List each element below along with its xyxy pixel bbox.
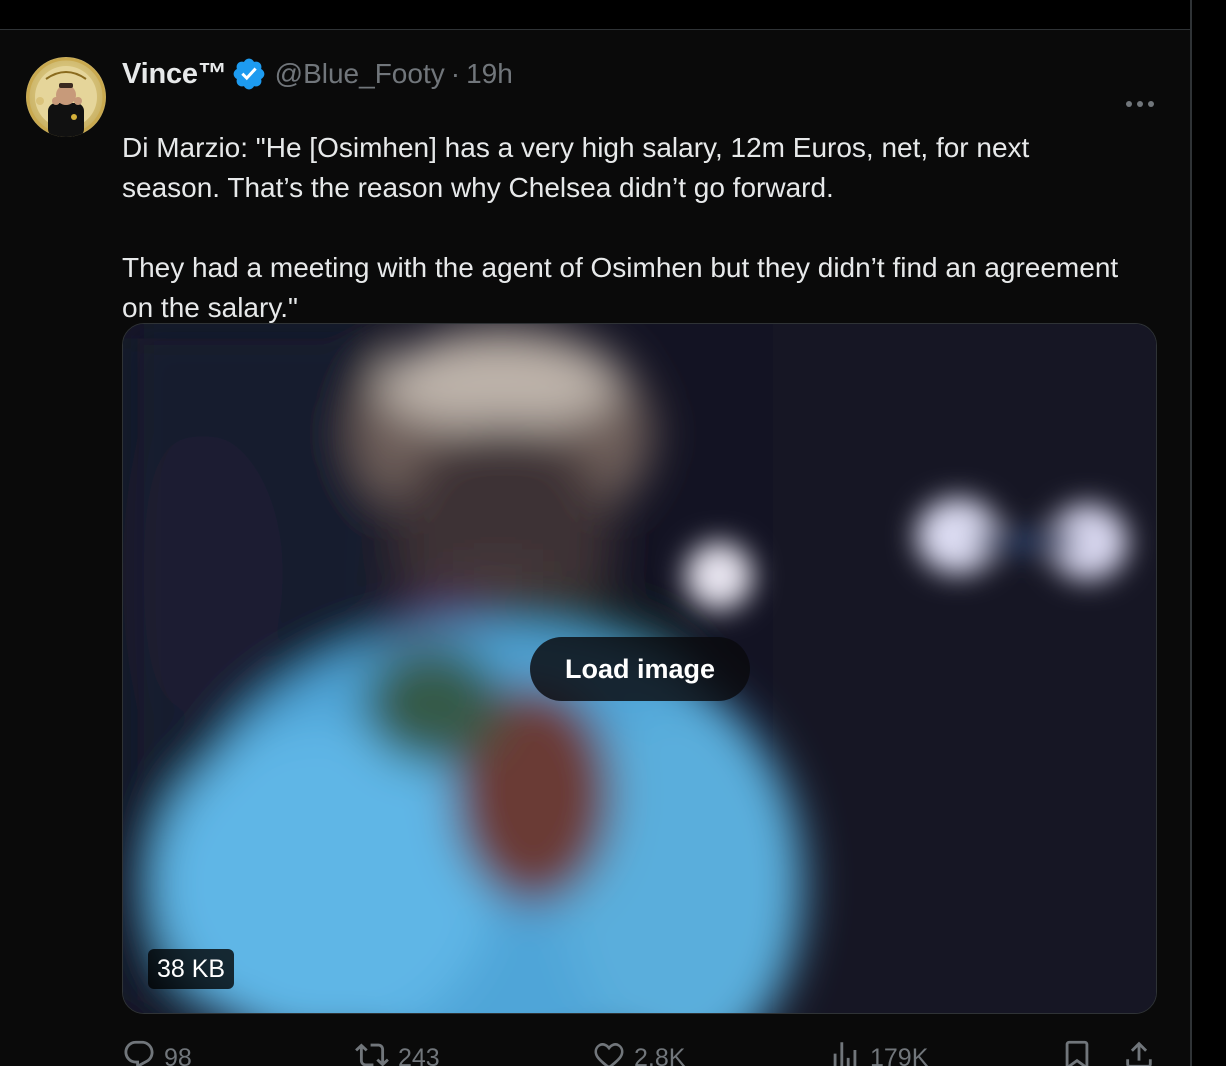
- file-size-badge: 38 KB: [148, 949, 235, 989]
- avatar-image: [26, 57, 106, 137]
- media-preview[interactable]: Load image 38 KB: [122, 323, 1157, 1014]
- like-count: 2.8K: [634, 1043, 686, 1066]
- load-image-button[interactable]: Load image: [530, 637, 750, 701]
- bar-chart-icon: [828, 1038, 870, 1066]
- column-divider: [1190, 0, 1192, 1066]
- views-button[interactable]: 179K: [828, 1038, 928, 1066]
- action-bar: 98 243 2.8K 179K: [122, 1038, 1162, 1066]
- tweet-header: Vince™ @Blue_Footy · 19h: [122, 56, 513, 92]
- tweet[interactable]: Vince™ @Blue_Footy · 19h Di Marzio: "He …: [0, 30, 1190, 1066]
- tweet-text: Di Marzio: "He [Osimhen] has a very high…: [122, 128, 1132, 328]
- views-count: 179K: [870, 1043, 929, 1066]
- share-button[interactable]: [1122, 1038, 1156, 1066]
- heart-icon: [592, 1038, 634, 1066]
- repost-icon: [354, 1038, 398, 1066]
- timestamp[interactable]: 19h: [466, 58, 513, 90]
- repost-button[interactable]: 243: [354, 1038, 440, 1066]
- bookmark-button[interactable]: [1060, 1038, 1094, 1066]
- tweet-text-paragraph: They had a meeting with the agent of Osi…: [122, 252, 1119, 323]
- repost-count: 243: [398, 1043, 440, 1066]
- bookmark-icon: [1060, 1038, 1094, 1066]
- share-icon: [1122, 1038, 1156, 1066]
- like-button[interactable]: 2.8K: [592, 1038, 685, 1066]
- reply-icon: [122, 1038, 164, 1066]
- separator-dot: ·: [450, 58, 461, 89]
- author-handle[interactable]: @Blue_Footy: [275, 58, 445, 90]
- reply-count: 98: [164, 1043, 192, 1066]
- top-bar: [0, 0, 1190, 30]
- tweet-text-paragraph: Di Marzio: "He [Osimhen] has a very high…: [122, 132, 1030, 203]
- author-name[interactable]: Vince™: [122, 58, 227, 91]
- avatar[interactable]: [26, 57, 106, 137]
- reply-button[interactable]: 98: [122, 1038, 192, 1066]
- more-horizontal-icon[interactable]: [1122, 92, 1158, 116]
- verified-badge-icon[interactable]: [231, 56, 267, 92]
